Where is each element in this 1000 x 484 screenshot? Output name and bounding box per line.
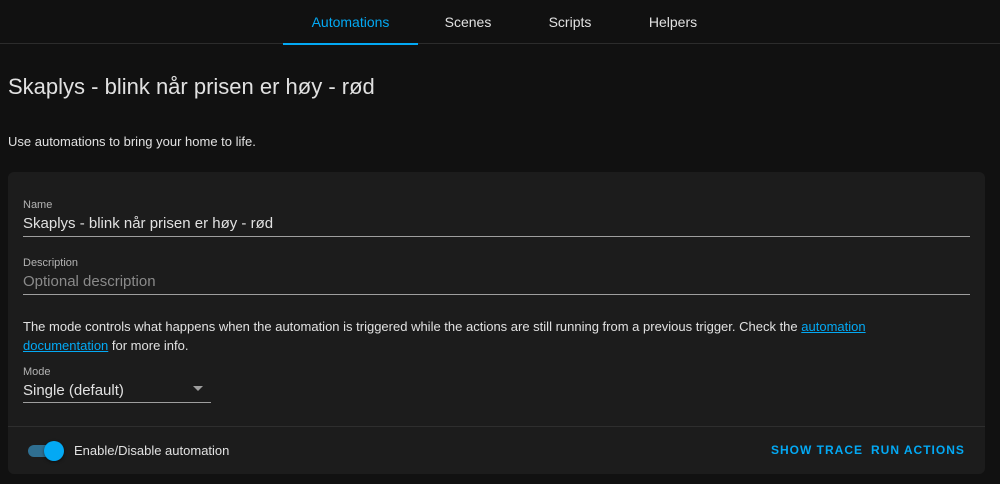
run-actions-button[interactable]: Run actions — [871, 443, 965, 457]
card-actions-divider — [8, 426, 985, 427]
name-field[interactable]: Name — [23, 199, 970, 237]
description-input[interactable] — [23, 273, 970, 294]
enable-automation-label: Enable/Disable automation — [74, 443, 230, 458]
tab-automations-label: Automations — [311, 14, 390, 30]
tab-automations[interactable]: Automations — [283, 0, 418, 45]
active-tab-indicator — [283, 43, 418, 45]
top-navigation-bar: Automations Scenes Scripts Helpers — [0, 0, 1000, 45]
tab-scenes[interactable]: Scenes — [418, 0, 518, 44]
tab-helpers-label: Helpers — [648, 14, 698, 30]
page-title: Skaplys - blink når prisen er høy - rød — [8, 74, 375, 99]
toggle-thumb — [44, 441, 64, 461]
dropdown-caret-icon — [193, 386, 203, 391]
show-trace-button[interactable]: Show trace — [771, 443, 863, 457]
mode-info-after: for more info. — [108, 338, 189, 353]
description-field-label: Description — [23, 257, 79, 269]
tab-scripts-label: Scripts — [548, 14, 592, 30]
mode-info-before: The mode controls what happens when the … — [23, 319, 802, 334]
name-field-label: Name — [23, 199, 53, 211]
mode-select-value: Single (default) — [23, 382, 124, 399]
name-input[interactable] — [23, 215, 970, 236]
tab-helpers[interactable]: Helpers — [623, 0, 723, 44]
page-intro: Use automations to bring your home to li… — [8, 134, 256, 149]
tab-scripts[interactable]: Scripts — [520, 0, 620, 44]
tab-scenes-label: Scenes — [444, 14, 492, 30]
mode-select[interactable]: Single (default) — [23, 382, 211, 403]
enable-automation-toggle[interactable] — [28, 440, 64, 462]
mode-info-text: The mode controls what happens when the … — [23, 317, 923, 355]
description-field[interactable]: Description — [23, 257, 970, 295]
automation-settings-card: Name Description The mode controls what … — [8, 172, 985, 474]
mode-label: Mode — [23, 366, 51, 378]
